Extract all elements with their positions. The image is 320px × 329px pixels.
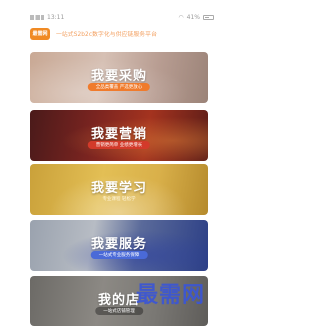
status-right: ◠ 41% bbox=[178, 14, 214, 21]
app-logo[interactable]: 最需网 bbox=[30, 27, 50, 40]
card-title: 我要服务 bbox=[90, 237, 147, 252]
app-screen: 13:11 ◠ 41% 最需网 一站式S2b2c数字化与供应链服务平台 我要采购… bbox=[0, 0, 242, 329]
card-subtitle: 营销更简单 业绩更增长 bbox=[87, 141, 151, 149]
status-time: 13:11 bbox=[47, 13, 65, 21]
status-bar: 13:11 ◠ 41% bbox=[30, 10, 214, 24]
card-subtitle: 全品类覆盖 严选更放心 bbox=[87, 83, 151, 91]
card-purchase[interactable]: 我要采购 全品类覆盖 严选更放心 bbox=[30, 52, 208, 103]
card-title: 我要学习 bbox=[90, 181, 147, 196]
card-service[interactable]: 我要服务 一站式专业服务保障 bbox=[30, 220, 208, 271]
signal-icon bbox=[30, 14, 44, 20]
card-marketing[interactable]: 我要营销 营销更简单 业绩更增长 bbox=[30, 110, 208, 161]
card-subtitle: 专业课程 轻松学 bbox=[102, 197, 136, 202]
card-learning[interactable]: 我要学习 专业课程 轻松学 bbox=[30, 164, 208, 215]
battery-percent: 41% bbox=[186, 13, 200, 21]
app-header: 最需网 一站式S2b2c数字化与供应链服务平台 bbox=[30, 27, 214, 40]
card-title: 我要营销 bbox=[90, 127, 147, 142]
wifi-icon: ◠ bbox=[178, 13, 184, 21]
status-left: 13:11 bbox=[30, 14, 64, 21]
card-subtitle: 一站式专业服务保障 bbox=[90, 251, 148, 259]
card-title: 我要采购 bbox=[90, 69, 147, 84]
battery-icon bbox=[203, 14, 214, 20]
app-slogan: 一站式S2b2c数字化与供应链服务平台 bbox=[56, 32, 157, 38]
watermark-text: 最需网 bbox=[136, 283, 206, 308]
